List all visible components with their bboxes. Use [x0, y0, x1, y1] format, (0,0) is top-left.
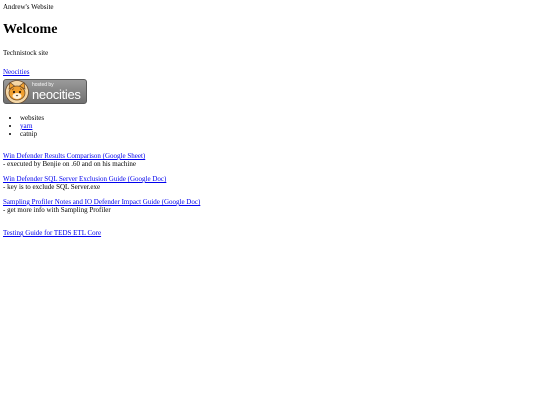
badge-container: hosted by neocities — [3, 79, 533, 106]
page-subtitle: Technistock site — [3, 49, 49, 57]
site-name: Andrew's Website — [3, 3, 54, 11]
entry-defender-results: Win Defender Results Comparison (Google … — [3, 152, 533, 168]
hosted-by-neocities-badge[interactable]: hosted by neocities — [3, 79, 87, 104]
defender-results-desc: - executed by Benjie on .60 and on his m… — [3, 160, 136, 168]
sampling-profiler-link[interactable]: Sampling Profiler Notes and IO Defender … — [3, 198, 533, 206]
entry-sampling-profiler: Sampling Profiler Notes and IO Defender … — [3, 198, 533, 214]
list-item: websites — [20, 114, 533, 122]
neocities-link[interactable]: Neocities — [3, 68, 29, 76]
sql-exclusion-desc: - key is to exclude SQL Server.exe — [3, 183, 101, 191]
topic-list: websites yarn catnip — [3, 114, 533, 138]
badge-hosted-by: hosted by — [32, 81, 54, 88]
sql-exclusion-link[interactable]: Win Defender SQL Server Exclusion Guide … — [3, 175, 533, 183]
defender-results-link[interactable]: Win Defender Results Comparison (Google … — [3, 152, 533, 160]
doc-links: Win Defender Results Comparison (Google … — [3, 152, 533, 214]
list-item: yarn — [20, 122, 533, 130]
badge-text: hosted by neocities — [32, 81, 81, 102]
list-item-websites: websites — [20, 114, 45, 122]
yarn-link[interactable]: yarn — [20, 122, 32, 130]
testing-section: Testing Guide for TEDS ETL Core — [3, 229, 533, 237]
sampling-profiler-desc: - get more info with Sampling Profiler — [3, 206, 111, 214]
list-item-catnip: catnip — [20, 130, 38, 138]
page-title: Welcome — [3, 22, 58, 37]
neocities-cat-icon — [5, 80, 29, 103]
list-item: catnip — [20, 130, 533, 138]
badge-neocities: neocities — [32, 86, 81, 102]
page-content: Andrew's Website Welcome Technistock sit… — [3, 3, 533, 237]
testing-guide-link[interactable]: Testing Guide for TEDS ETL Core — [3, 229, 101, 237]
entry-sql-exclusion: Win Defender SQL Server Exclusion Guide … — [3, 175, 533, 191]
